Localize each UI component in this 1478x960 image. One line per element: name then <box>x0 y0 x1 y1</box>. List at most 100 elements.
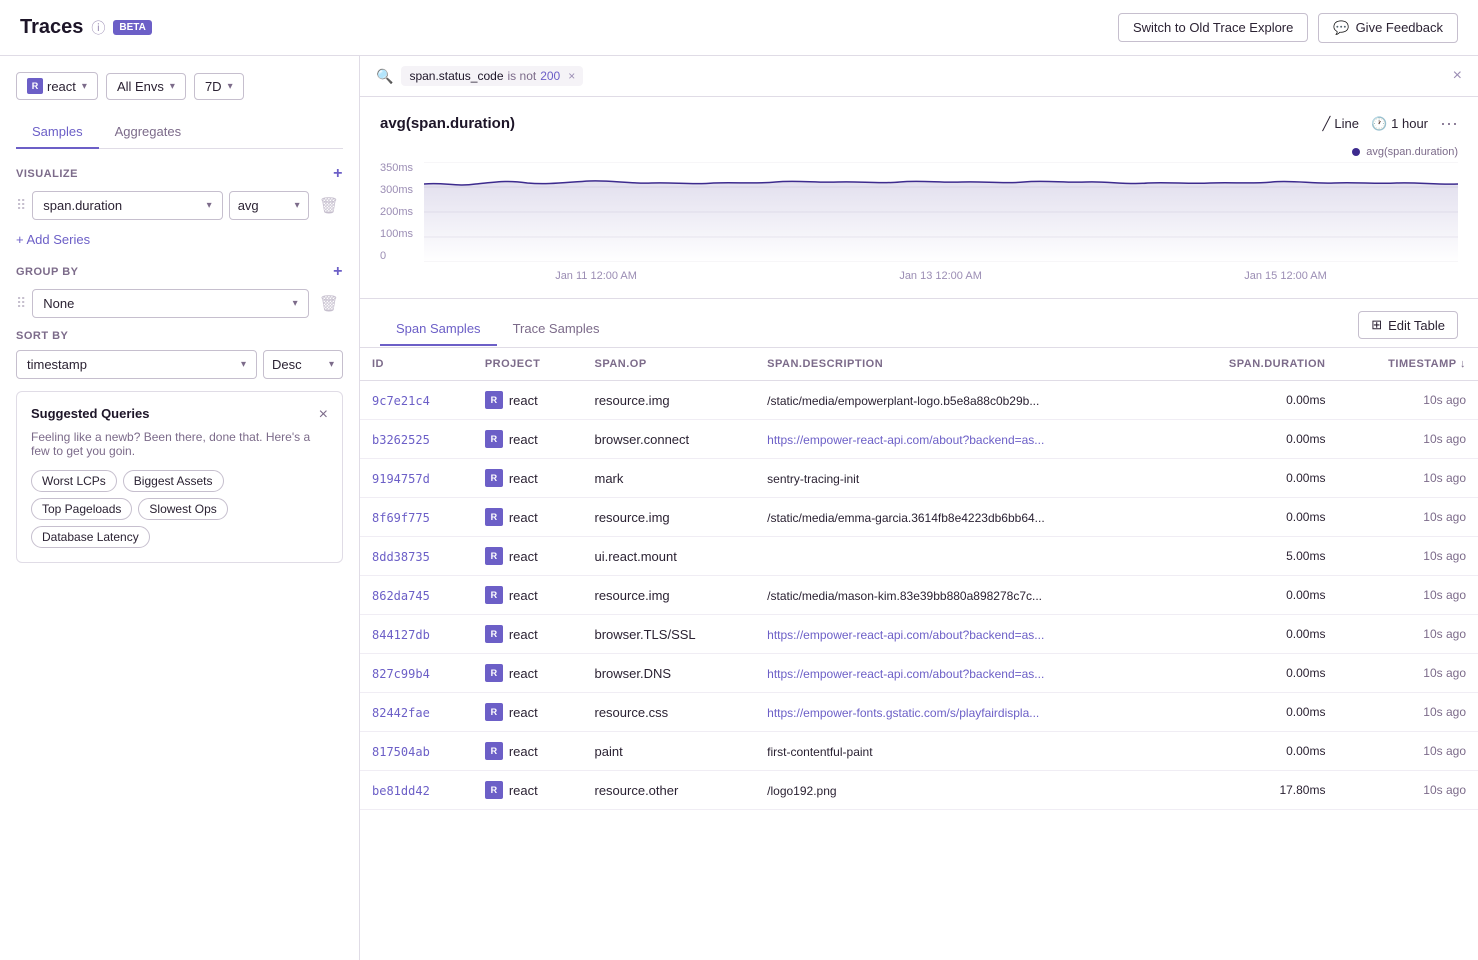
cell-timestamp: 10s ago <box>1337 771 1478 810</box>
row-id-link[interactable]: 9194757d <box>372 472 430 486</box>
cell-id: 844127db <box>360 615 473 654</box>
add-group-btn[interactable]: + <box>333 263 343 281</box>
chart-time-button[interactable]: 🕐 1 hour <box>1371 116 1428 132</box>
row-id-link[interactable]: 827c99b4 <box>372 667 430 681</box>
add-visualize-btn[interactable]: + <box>333 165 343 183</box>
cell-span-op: resource.img <box>582 576 755 615</box>
desc-link[interactable]: https://empower-fonts.gstatic.com/s/play… <box>767 706 1039 720</box>
env-select[interactable]: All Envs ▾ <box>106 73 186 100</box>
cell-timestamp: 10s ago <box>1337 732 1478 771</box>
cell-timestamp: 10s ago <box>1337 576 1478 615</box>
cell-span-desc: /static/media/emma-garcia.3614fb8e4223db… <box>755 498 1171 537</box>
row-id-link[interactable]: 9c7e21c4 <box>372 394 430 408</box>
tag-database-latency[interactable]: Database Latency <box>31 526 150 548</box>
agg-select[interactable]: avg ▾ <box>229 191 309 220</box>
table-icon: ⊞ <box>1371 317 1382 333</box>
cell-timestamp: 10s ago <box>1337 459 1478 498</box>
project-select[interactable]: R react ▾ <box>16 72 98 100</box>
cell-project: R react <box>473 654 583 693</box>
remove-filter-btn[interactable]: × <box>568 69 575 83</box>
give-feedback-button[interactable]: 💬 Give Feedback <box>1318 13 1458 43</box>
cell-span-op: resource.img <box>582 498 755 537</box>
row-id-link[interactable]: 817504ab <box>372 745 430 759</box>
cell-span-desc: /static/media/empowerplant-logo.b5e8a88c… <box>755 381 1171 420</box>
drag-handle-icon[interactable]: ⠿ <box>16 197 26 214</box>
table-row: 9194757d R react mark sentry-tracing-ini… <box>360 459 1478 498</box>
desc-text: /static/media/mason-kim.83e39bb880a89827… <box>767 589 1042 603</box>
group-by-select[interactable]: None ▾ <box>32 289 308 318</box>
tab-trace-samples[interactable]: Trace Samples <box>497 313 616 346</box>
row-id-link[interactable]: 82442fae <box>372 706 430 720</box>
project-name: react <box>509 744 538 759</box>
cell-project: R react <box>473 693 583 732</box>
tab-aggregates[interactable]: Aggregates <box>99 116 198 149</box>
cell-timestamp: 10s ago <box>1337 420 1478 459</box>
delete-group-btn[interactable]: 🗑 <box>315 292 343 316</box>
tag-top-pageloads[interactable]: Top Pageloads <box>31 498 132 520</box>
tag-worst-lcps[interactable]: Worst LCPs <box>31 470 117 492</box>
tag-slowest-ops[interactable]: Slowest Ops <box>138 498 227 520</box>
tab-samples[interactable]: Samples <box>16 116 99 149</box>
filter-val: 200 <box>540 69 560 83</box>
table-header-row: ID PROJECT SPAN.OP SPAN.DESCRIPTION SPAN… <box>360 348 1478 381</box>
filter-chip[interactable]: span.status_code is not 200 × <box>401 66 583 86</box>
suggested-tags: Worst LCPs Biggest Assets Top Pageloads … <box>31 470 328 548</box>
cell-span-desc: first-contentful-paint <box>755 732 1171 771</box>
switch-old-trace-button[interactable]: Switch to Old Trace Explore <box>1118 13 1308 42</box>
cell-duration: 0.00ms <box>1171 615 1337 654</box>
filter-row: R react ▾ All Envs ▾ 7D ▾ <box>16 72 343 100</box>
close-suggested-btn[interactable]: × <box>319 406 328 424</box>
project-icon: R <box>485 664 503 682</box>
cell-id: 8dd38735 <box>360 537 473 576</box>
tag-biggest-assets[interactable]: Biggest Assets <box>123 470 224 492</box>
desc-link[interactable]: https://empower-react-api.com/about?back… <box>767 628 1044 642</box>
project-icon: R <box>485 625 503 643</box>
span-field-chevron-icon: ▾ <box>207 200 212 211</box>
project-icon: R <box>485 430 503 448</box>
chart-y-labels: 350ms 300ms 200ms 100ms 0 <box>380 162 420 262</box>
cell-duration: 0.00ms <box>1171 693 1337 732</box>
cell-project: R react <box>473 771 583 810</box>
cell-timestamp: 10s ago <box>1337 654 1478 693</box>
edit-table-button[interactable]: ⊞ Edit Table <box>1358 311 1458 339</box>
agg-chevron-icon: ▾ <box>295 200 300 211</box>
desc-link[interactable]: https://empower-react-api.com/about?back… <box>767 667 1044 681</box>
sort-dir-select[interactable]: Desc ▾ <box>263 350 343 379</box>
row-id-link[interactable]: 862da745 <box>372 589 430 603</box>
cell-duration: 0.00ms <box>1171 498 1337 537</box>
add-series-button[interactable]: + Add Series <box>16 232 343 247</box>
info-icon[interactable]: ⓘ <box>91 18 105 38</box>
desc-link[interactable]: https://empower-react-api.com/about?back… <box>767 433 1044 447</box>
visualize-field-row: ⠿ span.duration ▾ avg ▾ 🗑 <box>16 191 343 220</box>
suggested-queries-panel: Suggested Queries × Feeling like a newb?… <box>16 391 343 563</box>
time-select[interactable]: 7D ▾ <box>194 73 244 100</box>
project-name: react <box>509 783 538 798</box>
group-drag-handle-icon[interactable]: ⠿ <box>16 295 26 312</box>
span-duration-select[interactable]: span.duration ▾ <box>32 191 222 220</box>
chart-controls: ╱ Line 🕐 1 hour ··· <box>1323 113 1458 134</box>
row-id-link[interactable]: b3262525 <box>372 433 430 447</box>
cell-timestamp: 10s ago <box>1337 615 1478 654</box>
delete-series-btn[interactable]: 🗑 <box>315 194 343 218</box>
cell-span-op: resource.img <box>582 381 755 420</box>
tab-span-samples[interactable]: Span Samples <box>380 313 497 346</box>
project-name: react <box>509 510 538 525</box>
row-id-link[interactable]: 844127db <box>372 628 430 642</box>
project-icon: R <box>485 469 503 487</box>
sort-field-select[interactable]: timestamp ▾ <box>16 350 257 379</box>
desc-text: first-contentful-paint <box>767 745 872 759</box>
suggested-desc: Feeling like a newb? Been there, done th… <box>31 430 328 458</box>
chart-more-btn[interactable]: ··· <box>1440 113 1458 134</box>
chart-legend: avg(span.duration) <box>380 146 1458 158</box>
project-icon: R <box>27 78 43 94</box>
span-samples-table: ID PROJECT SPAN.OP SPAN.DESCRIPTION SPAN… <box>360 348 1478 810</box>
row-id-link[interactable]: 8dd38735 <box>372 550 430 564</box>
row-id-link[interactable]: 8f69f775 <box>372 511 430 525</box>
clear-all-filters-btn[interactable]: × <box>1453 67 1462 85</box>
row-id-link[interactable]: be81dd42 <box>372 784 430 798</box>
project-name: react <box>509 666 538 681</box>
visualize-label: Visualize + <box>16 165 343 183</box>
chart-type-button[interactable]: ╱ Line <box>1323 116 1359 132</box>
project-name: react <box>509 393 538 408</box>
table-row: 844127db R react browser.TLS/SSL https:/… <box>360 615 1478 654</box>
